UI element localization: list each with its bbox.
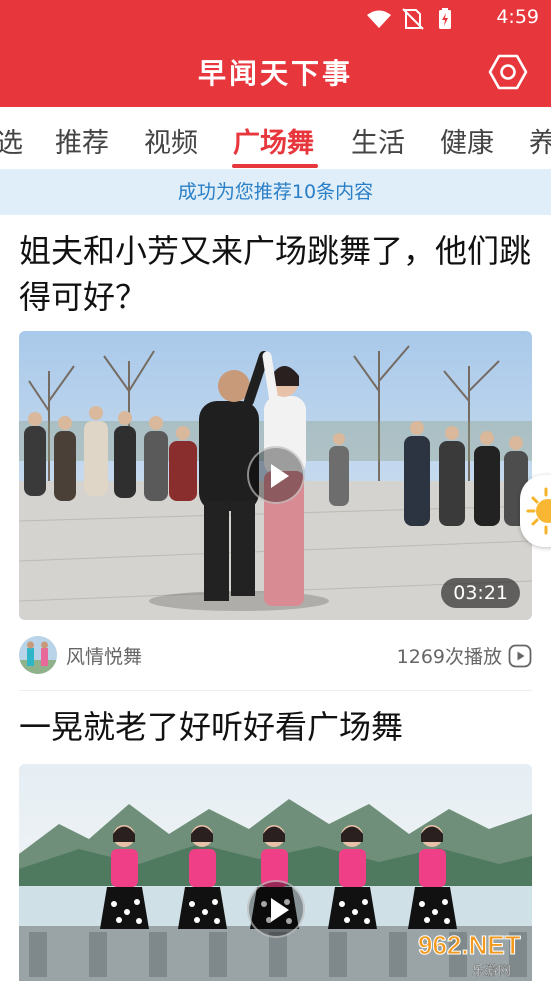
tab-health[interactable]: 健康 bbox=[440, 121, 494, 160]
video-thumbnail[interactable]: 03:21 bbox=[19, 331, 532, 620]
category-tabs: 选 推荐 视频 广场舞 生活 健康 养 bbox=[0, 107, 551, 169]
play-count: 1269次播放 bbox=[396, 646, 502, 668]
author-name[interactable]: 风情悦舞 bbox=[66, 642, 142, 669]
sun-icon bbox=[526, 487, 551, 535]
no-sim-icon bbox=[402, 8, 424, 30]
play-button[interactable] bbox=[247, 446, 305, 504]
active-tab-indicator bbox=[232, 164, 318, 168]
wifi-icon bbox=[367, 10, 391, 28]
play-circle-icon bbox=[508, 644, 532, 668]
article-title[interactable]: 一晃就老了好听好看广场舞 bbox=[19, 704, 531, 750]
video-duration: 03:21 bbox=[441, 578, 520, 608]
play-button[interactable] bbox=[247, 880, 305, 938]
feed-divider bbox=[19, 690, 532, 691]
tab-selected[interactable]: 选 bbox=[0, 121, 23, 160]
tab-video[interactable]: 视频 bbox=[144, 121, 198, 160]
site-watermark: 962.NET 乐游网 bbox=[410, 928, 550, 980]
article-meta: 风情悦舞 1269次播放 bbox=[19, 636, 532, 676]
status-time: 4:59 bbox=[496, 6, 539, 28]
svg-text:乐游网: 乐游网 bbox=[472, 964, 511, 979]
app-title: 早闻天下事 bbox=[197, 57, 353, 90]
tab-square-dance[interactable]: 广场舞 bbox=[233, 121, 314, 160]
app-header: 4:59 早闻天下事 bbox=[0, 0, 551, 107]
status-icons bbox=[365, 8, 475, 30]
author-avatar[interactable] bbox=[19, 636, 57, 674]
status-bar: 4:59 bbox=[0, 0, 551, 36]
article-title[interactable]: 姐夫和小芳又来广场跳舞了，他们跳得可好？ bbox=[19, 228, 531, 320]
settings-button[interactable] bbox=[488, 52, 528, 92]
settings-hexagon-icon bbox=[488, 54, 528, 90]
recommend-toast: 成功为您推荐10条内容 bbox=[0, 169, 551, 215]
floating-weather-widget[interactable] bbox=[520, 475, 551, 547]
tab-wellness[interactable]: 养 bbox=[529, 121, 551, 160]
battery-charging-icon bbox=[439, 8, 451, 29]
tab-recommend[interactable]: 推荐 bbox=[55, 121, 109, 160]
svg-text:962.NET: 962.NET bbox=[418, 930, 521, 960]
tab-life[interactable]: 生活 bbox=[351, 121, 405, 160]
